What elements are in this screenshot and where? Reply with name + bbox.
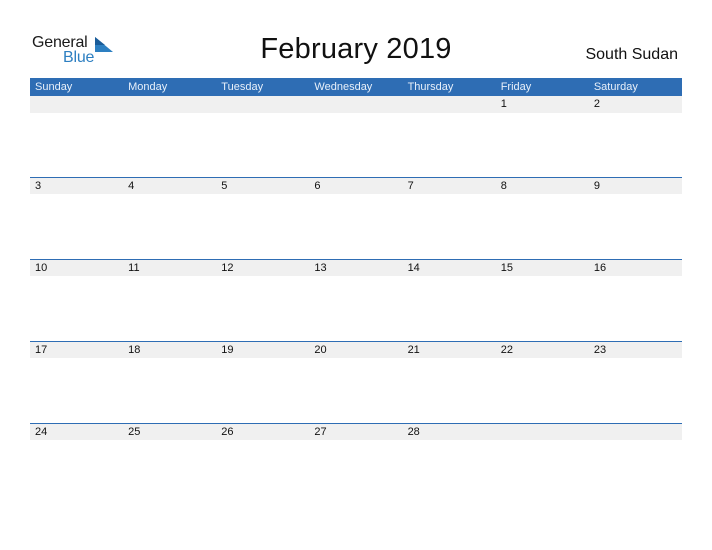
day-cell: 5 [221,180,228,192]
day-cell: 14 [407,262,420,274]
day-cell: 24 [35,426,48,438]
weekday-tuesday: Tuesday [221,81,264,93]
day-cell: 3 [35,180,42,192]
weekday-header-row: Sunday Monday Tuesday Wednesday Thursday… [30,78,682,96]
day-cell: 21 [407,344,420,356]
day-cell: 26 [221,426,234,438]
date-strip: 10 11 12 13 14 15 16 [30,260,682,276]
calendar-page: General Blue February 2019 South Sudan S… [0,0,712,550]
day-cell: 19 [221,344,234,356]
day-cell [216,96,309,113]
calendar-grid: Sunday Monday Tuesday Wednesday Thursday… [30,78,682,505]
date-strip: 24 25 26 27 28 [30,424,682,440]
country-label: South Sudan [585,46,678,63]
day-cell: 8 [500,180,507,192]
day-cell: 27 [314,426,327,438]
day-cell [30,96,123,113]
week-row-2: 3 4 5 6 7 8 9 [30,177,682,259]
day-cell [589,424,682,440]
weekday-sunday: Sunday [35,81,73,93]
day-cell: 10 [35,262,48,274]
day-cell: 1 [500,98,507,110]
day-cell: 15 [500,262,513,274]
day-cell [403,96,496,113]
weekday-thursday: Thursday [407,81,454,93]
day-cell: 22 [500,344,513,356]
weekday-saturday: Saturday [593,81,638,93]
weekday-monday: Monday [128,81,168,93]
day-cell [496,424,589,440]
day-cell: 4 [128,180,135,192]
day-cell [123,96,216,113]
week-row-1: 1 2 [30,96,682,177]
day-cell: 6 [314,180,321,192]
day-cell [309,96,402,113]
week-row-3: 10 11 12 13 14 15 16 [30,259,682,341]
date-strip: 17 18 19 20 21 22 23 [30,342,682,358]
day-cell: 11 [128,262,140,274]
day-cell: 17 [35,344,48,356]
day-cell: 25 [128,426,141,438]
day-cell: 12 [221,262,234,274]
day-cell: 16 [593,262,607,274]
date-strip: 1 2 [30,96,682,113]
weekday-friday: Friday [500,81,532,93]
date-strip: 3 4 5 6 7 8 9 [30,178,682,194]
week-row-5: 24 25 26 27 28 [30,423,682,505]
day-cell: 7 [407,180,414,192]
day-cell: 2 [593,98,600,110]
day-cell: 9 [593,180,600,192]
day-cell: 28 [407,426,420,438]
day-cell: 23 [593,344,607,356]
day-cell: 20 [314,344,327,356]
weekday-wednesday: Wednesday [314,81,373,93]
week-row-4: 17 18 19 20 21 22 23 [30,341,682,423]
day-cell: 18 [128,344,141,356]
day-cell: 13 [314,262,327,274]
